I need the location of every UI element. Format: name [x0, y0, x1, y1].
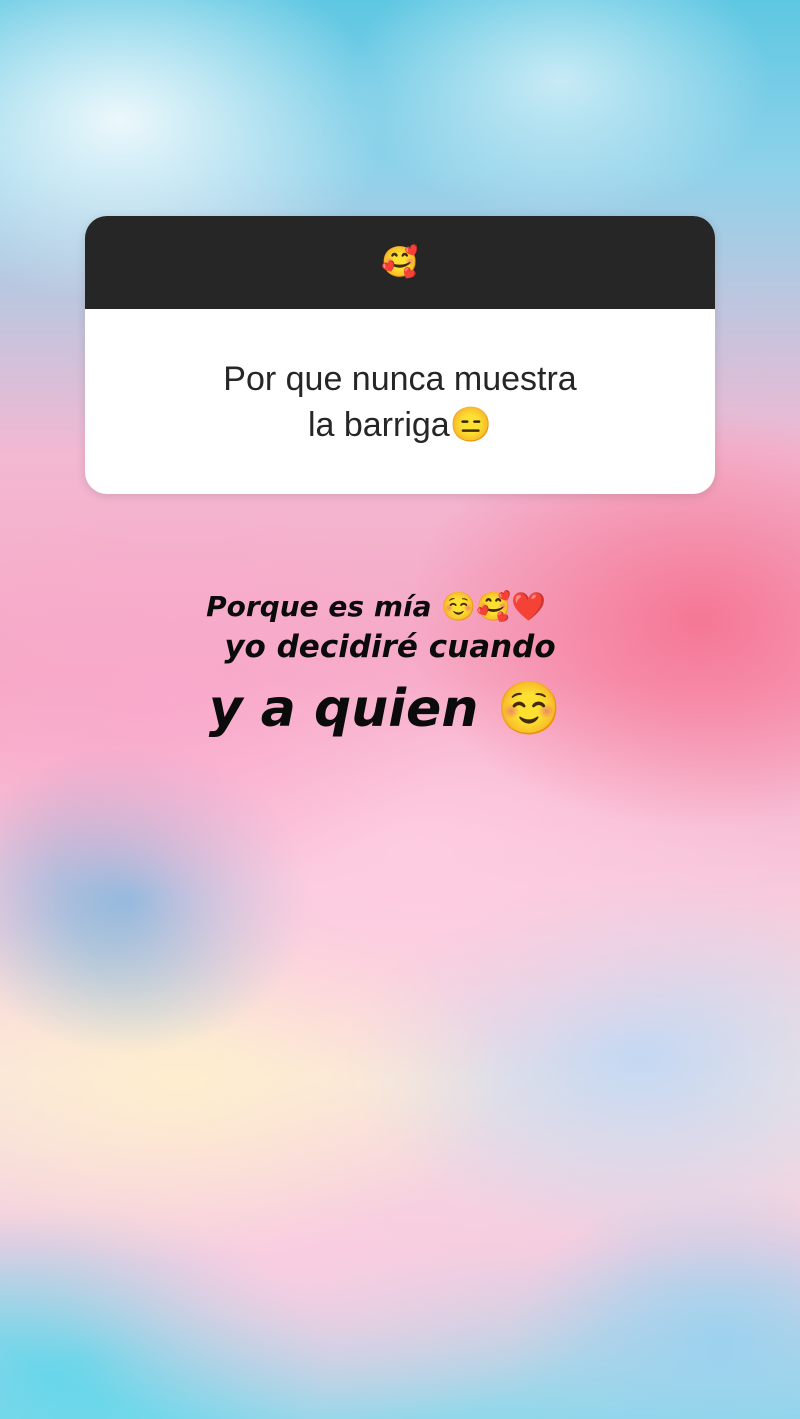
question-sticker-header: 🥰 — [85, 216, 715, 309]
question-sticker[interactable]: 🥰 Por que nunca muestra la barriga😑 — [85, 216, 715, 494]
answer-line-1: Porque es mía — [206, 590, 432, 623]
question-line-1: Por que nunca muestra — [223, 359, 577, 398]
smiling-hearts-heart-icons: ☺️🥰❤️ — [441, 590, 546, 623]
question-line-2-wrapper: la barriga😑 — [308, 402, 492, 448]
answer-line-3-wrapper: y a quien ☺️ — [209, 674, 561, 744]
question-text: Por que nunca muestra la barriga😑 — [85, 309, 715, 494]
answer-line-2: yo decidiré cuando — [224, 629, 556, 665]
answer-text: Porque es mía ☺️🥰❤️ yo decidiré cuando y… — [0, 588, 800, 744]
answer-line-3: y a quien — [208, 679, 479, 739]
expressionless-face-icon: 😑 — [449, 405, 493, 444]
story-screen: { "question_sticker": { "header_emoji": … — [0, 0, 800, 1419]
smiling-face-icon: ☺️ — [496, 679, 562, 739]
question-line-2: la barriga — [307, 405, 450, 444]
answer-line-1-wrapper: Porque es mía ☺️🥰❤️ — [206, 588, 546, 626]
smiling-face-with-hearts-icon: 🥰 — [381, 244, 419, 280]
